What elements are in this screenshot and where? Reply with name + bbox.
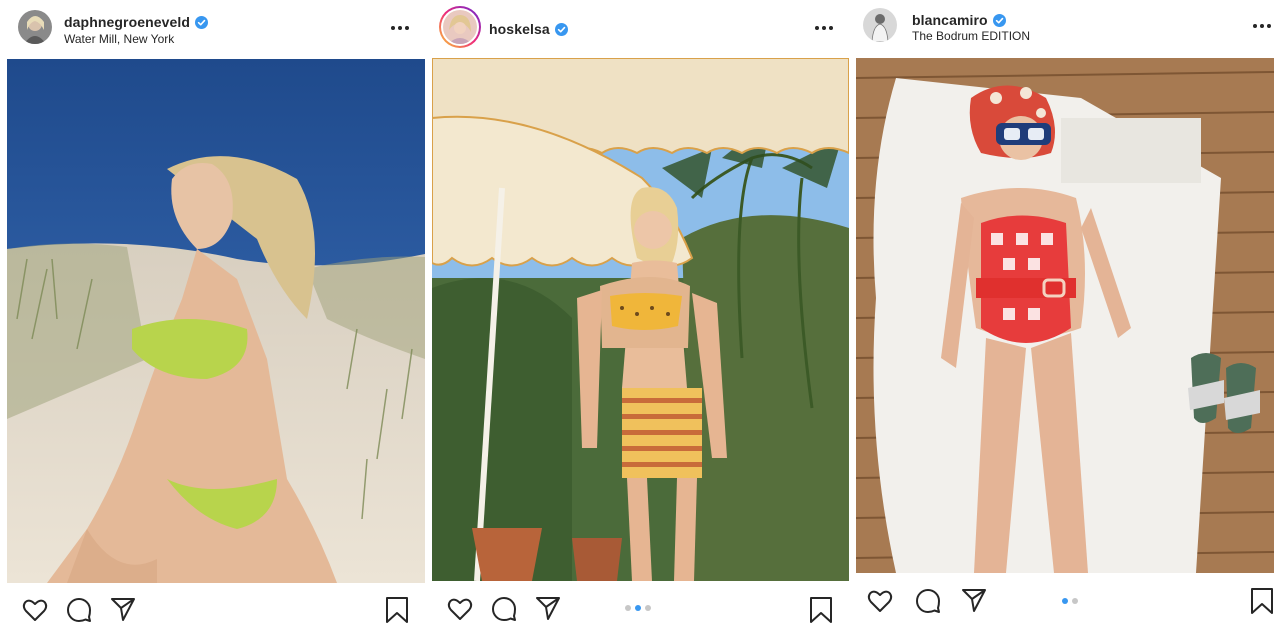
verified-badge-icon — [992, 13, 1006, 27]
username-row: blancamiro — [912, 12, 1006, 28]
avatar[interactable] — [18, 10, 52, 44]
post-actions — [856, 584, 1280, 620]
location-link[interactable]: The Bodrum EDITION — [912, 29, 1030, 43]
heart-icon[interactable] — [446, 595, 474, 623]
carousel-dot-active — [635, 605, 641, 611]
post-daphnegroeneveld: daphnegroeneveld Water Mill, New York — [0, 0, 432, 631]
bookmark-icon[interactable] — [383, 596, 411, 624]
paper-plane-icon[interactable] — [960, 586, 988, 614]
carousel-dot-active — [1062, 598, 1068, 604]
heart-icon[interactable] — [866, 587, 894, 615]
post-header: daphnegroeneveld Water Mill, New York — [0, 0, 432, 56]
post-photo[interactable] — [856, 58, 1274, 573]
post-header: blancamiro The Bodrum EDITION — [856, 0, 1280, 56]
post-photo[interactable] — [7, 59, 425, 583]
bookmark-icon[interactable] — [807, 596, 835, 624]
paper-plane-icon[interactable] — [534, 594, 562, 622]
username[interactable]: blancamiro — [912, 12, 988, 28]
location-link[interactable]: Water Mill, New York — [64, 32, 174, 46]
post-header: hoskelsa — [432, 0, 856, 56]
comment-bubble-icon[interactable] — [490, 595, 518, 623]
carousel-dot — [625, 605, 631, 611]
post-actions — [432, 592, 856, 628]
carousel-indicator — [625, 605, 651, 611]
username-row: hoskelsa — [489, 21, 568, 37]
more-horizontal-icon[interactable] — [389, 18, 411, 38]
more-horizontal-icon[interactable] — [813, 18, 835, 38]
heart-icon[interactable] — [21, 596, 49, 624]
carousel-indicator — [1062, 598, 1078, 604]
post-actions — [0, 592, 432, 628]
bookmark-icon[interactable] — [1248, 587, 1276, 615]
more-horizontal-icon[interactable] — [1251, 16, 1273, 36]
comment-bubble-icon[interactable] — [65, 596, 93, 624]
verified-badge-icon — [195, 15, 209, 29]
avatar[interactable] — [439, 6, 481, 48]
paper-plane-icon[interactable] — [109, 595, 137, 623]
post-hoskelsa: hoskelsa — [432, 0, 856, 631]
username[interactable]: hoskelsa — [489, 21, 550, 37]
comment-bubble-icon[interactable] — [914, 587, 942, 615]
username[interactable]: daphnegroeneveld — [64, 14, 190, 30]
post-blancamiro: blancamiro The Bodrum EDITION — [856, 0, 1280, 631]
avatar[interactable] — [863, 8, 897, 42]
verified-badge-icon — [554, 22, 568, 36]
carousel-dot — [645, 605, 651, 611]
carousel-dot — [1072, 598, 1078, 604]
post-photo[interactable] — [432, 58, 849, 581]
username-row: daphnegroeneveld — [64, 14, 209, 30]
